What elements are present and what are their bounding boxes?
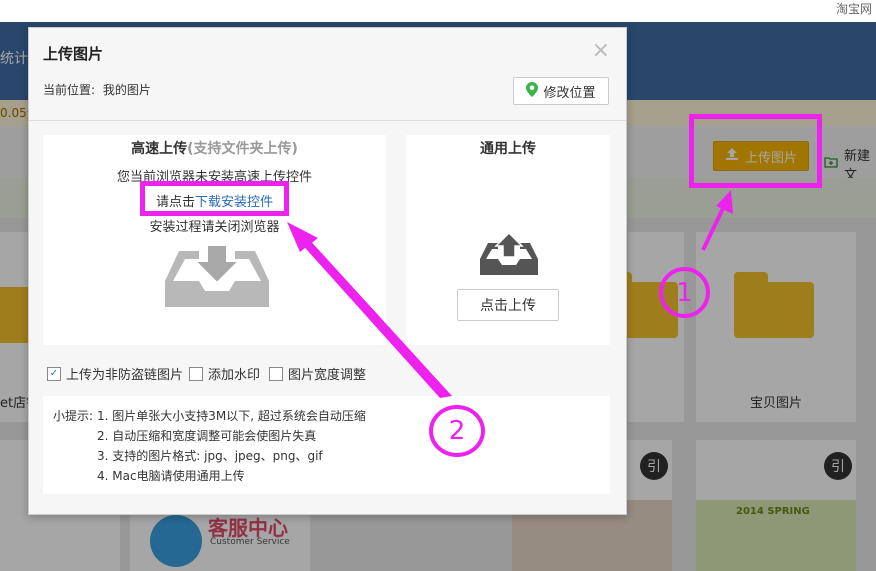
arrow-1-head [716,190,733,214]
annotation-arrows [287,190,733,398]
arrow-2-shaft [298,236,452,398]
step-1-marker: 1 [659,267,710,318]
arrow-1-line [701,201,728,251]
step-2-marker: 2 [429,405,485,457]
